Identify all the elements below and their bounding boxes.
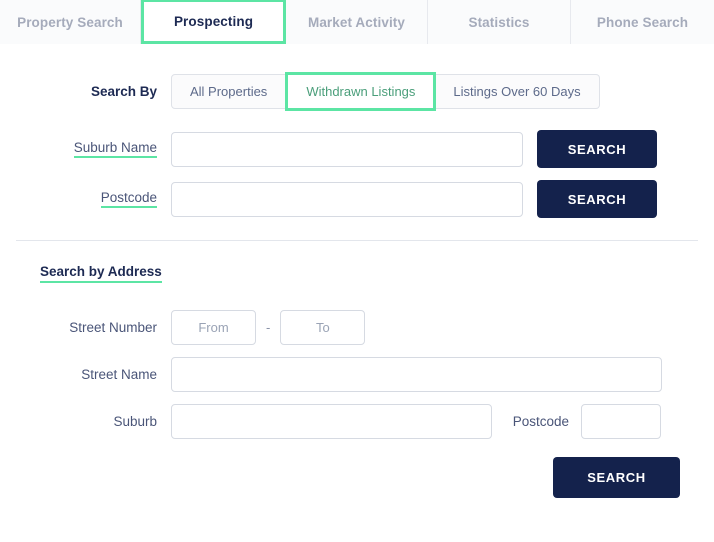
suburb-name-label: Suburb Name (16, 140, 171, 158)
street-number-from-input[interactable] (171, 310, 256, 345)
street-name-input[interactable] (171, 357, 662, 392)
search-by-address-section: Search by Address Street Number - Street… (0, 241, 714, 498)
segment-withdrawn-listings-label: Withdrawn Listings (306, 84, 416, 99)
street-name-row: Street Name (16, 357, 698, 392)
suburb-name-search-button[interactable]: SEARCH (537, 130, 657, 168)
search-by-section: Search By All Properties Withdrawn Listi… (0, 44, 714, 218)
address-search-row: SEARCH (16, 457, 698, 498)
tab-statistics-label: Statistics (468, 14, 530, 30)
suburb-name-label-text: Suburb Name (73, 140, 157, 158)
segment-all-properties-label: All Properties (190, 84, 268, 99)
suburb-name-input[interactable] (171, 131, 523, 167)
postcode-row: Postcode SEARCH (16, 180, 698, 218)
search-by-row: Search By All Properties Withdrawn Listi… (16, 72, 698, 111)
segment-listings-over-60-days[interactable]: Listings Over 60 Days (435, 74, 600, 109)
postcode-label: Postcode (16, 190, 171, 208)
prospecting-panel: Search By All Properties Withdrawn Listi… (0, 44, 714, 498)
tab-prospecting-label: Prospecting (173, 14, 254, 29)
address-postcode-input[interactable] (581, 404, 661, 439)
postcode-search-button[interactable]: SEARCH (537, 180, 657, 218)
tab-statistics[interactable]: Statistics (428, 0, 571, 44)
street-number-separator: - (266, 320, 271, 335)
address-suburb-input[interactable] (171, 404, 492, 439)
tab-property-search[interactable]: Property Search (0, 0, 141, 44)
search-by-segmented-control: All Properties Withdrawn Listings Listin… (171, 72, 600, 111)
address-search-button[interactable]: SEARCH (553, 457, 680, 498)
tab-phone-search[interactable]: Phone Search (571, 0, 714, 44)
street-number-to-input[interactable] (280, 310, 366, 345)
main-tab-bar: Property Search Prospecting Market Activ… (0, 0, 714, 44)
street-number-row: Street Number - (16, 310, 698, 345)
postcode-input[interactable] (171, 181, 523, 217)
street-number-label: Street Number (69, 320, 157, 335)
tab-phone-search-label: Phone Search (596, 14, 689, 30)
tab-market-activity[interactable]: Market Activity (286, 0, 428, 44)
segment-all-properties[interactable]: All Properties (171, 74, 287, 109)
address-suburb-label: Suburb (113, 414, 157, 429)
search-by-address-title: Search by Address (40, 264, 162, 283)
tab-market-activity-label: Market Activity (307, 14, 406, 30)
suburb-postcode-row: Suburb Postcode (16, 404, 698, 439)
address-postcode-label: Postcode (512, 414, 569, 429)
tab-property-search-label: Property Search (17, 14, 123, 30)
segment-listings-over-60-days-label: Listings Over 60 Days (453, 84, 581, 99)
search-by-label: Search By (90, 84, 157, 99)
postcode-label-text: Postcode (100, 190, 157, 208)
segment-withdrawn-listings[interactable]: Withdrawn Listings (285, 72, 437, 111)
suburb-name-row: Suburb Name SEARCH (16, 130, 698, 168)
street-name-label: Street Name (81, 367, 157, 382)
tab-prospecting[interactable]: Prospecting (141, 0, 286, 44)
